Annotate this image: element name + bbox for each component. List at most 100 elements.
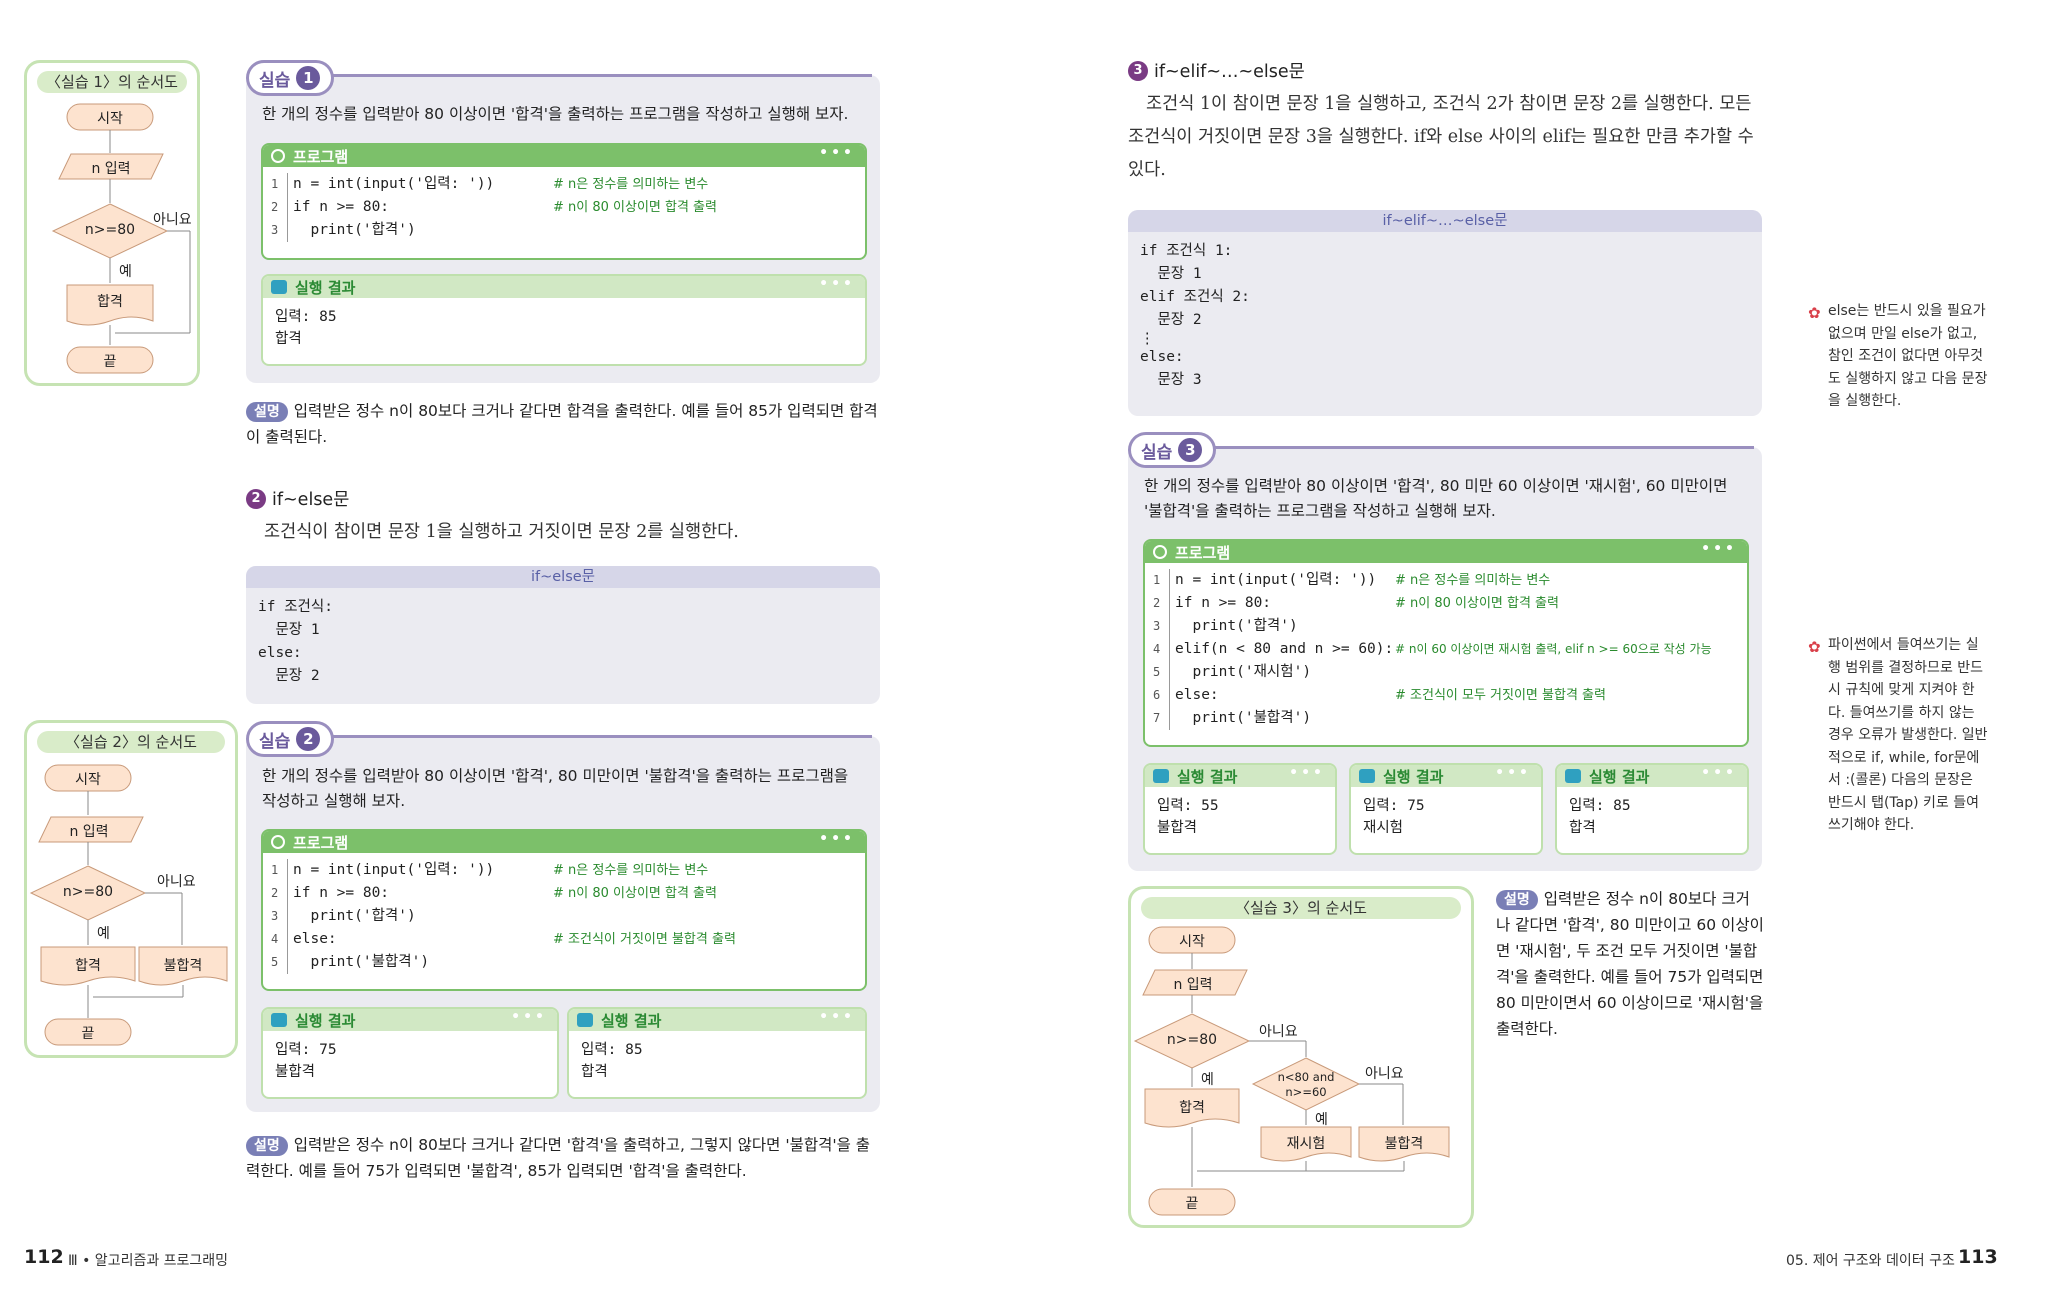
- code-line: 3 print('합격'): [1145, 615, 1747, 638]
- flow-yes-label: 예: [119, 264, 132, 280]
- dots-icon: •••: [819, 831, 855, 847]
- flow-no-label: 아니요: [153, 212, 192, 228]
- monitor-icon: [1359, 769, 1375, 783]
- flow-condition-1: n>=80: [1166, 1032, 1218, 1048]
- result-header: 실행 결과 •••: [263, 1009, 557, 1031]
- flowchart-practice2: 〈실습 2〉의 순서도 시작 n 입력 n>=80 아니요 예 합격 불합격 끝: [24, 720, 238, 1058]
- explanation-badge: 설명: [1496, 890, 1538, 910]
- code-line: 3 print('합격'): [263, 219, 865, 242]
- flow-condition: n>=80: [84, 222, 136, 238]
- gear-mark-icon: ✿: [1808, 304, 1821, 322]
- monitor-icon: [271, 280, 287, 294]
- practice2-result-2: 실행 결과 ••• 입력: 85 합격: [567, 1007, 867, 1099]
- practice1-line: [290, 74, 872, 77]
- explanation2: 설명 입력받은 정수 n이 80보다 크거나 같다면 '합격'을 출력하고, 그렇…: [246, 1136, 871, 1180]
- flow-input: n 입력: [69, 824, 109, 840]
- program-header: 프로그램 •••: [263, 145, 865, 167]
- practice3-line: [1172, 446, 1754, 449]
- flow-no-label-2: 아니요: [1365, 1066, 1404, 1082]
- code-line: 4 elif(n < 80 and n >= 60): # n이 60 이상이면 재…: [1145, 638, 1747, 661]
- dots-icon: •••: [1701, 765, 1737, 781]
- explanation-badge: 설명: [246, 1136, 288, 1156]
- practice1-program: 프로그램 ••• 1n = int(input('입력: ')) # n은 정수를 …: [261, 143, 867, 260]
- program-header: 프로그램 •••: [1145, 541, 1747, 563]
- flow-no-label: 아니요: [157, 874, 196, 890]
- flow-yes-label-2: 예: [1315, 1112, 1328, 1128]
- page-number-left: 112: [24, 1246, 64, 1268]
- practice1-badge: 실습 1: [246, 60, 334, 96]
- gear-icon: [1153, 545, 1167, 559]
- section2-heading: 2 if~else문: [246, 486, 349, 511]
- dots-icon: •••: [1701, 541, 1737, 557]
- code-line: 4 else: # 조건식이 거짓이면 불합격 출력: [263, 928, 865, 951]
- practice2-program: 프로그램 ••• 1n = int(input('입력: ')) # n은 정수를 …: [261, 829, 867, 991]
- flow-output: 합격: [97, 294, 123, 310]
- explanation3: 설명 입력받은 정수 n이 80보다 크거나 같다면 '합격', 80 미만이고 …: [1496, 890, 1764, 1038]
- code-line: 5 print('재시험'): [1145, 661, 1747, 684]
- flow-output-retest: 재시험: [1286, 1136, 1326, 1152]
- flow-output-fail: 불합격: [163, 958, 203, 974]
- flow-no-label-1: 아니요: [1259, 1024, 1298, 1040]
- code-line: 2 if n >= 80: # n이 80 이상이면 합격 출력: [1145, 592, 1747, 615]
- flow-end: 끝: [103, 354, 117, 370]
- dots-icon: •••: [819, 276, 855, 292]
- result-header: 실행 결과 •••: [1145, 765, 1335, 787]
- practice3-program: 프로그램 ••• 1n = int(input('입력: ')) # n은 정수를 …: [1143, 539, 1749, 747]
- practice3-badge: 실습 3: [1128, 432, 1216, 468]
- flow-start: 시작: [1179, 934, 1205, 950]
- result-header: 실행 결과 •••: [569, 1009, 865, 1031]
- flow-output-pass: 합격: [75, 958, 101, 974]
- practice3-task: 한 개의 정수를 입력받아 80 이상이면 '합격', 80 미만 60 이상이…: [1144, 477, 1728, 520]
- chapter-right: 05. 제어 구조와 데이터 구조: [1786, 1253, 1955, 1269]
- practice2-badge: 실습 2: [246, 721, 334, 757]
- flowchart-practice1: 〈실습 1〉의 순서도 시작 n 입력 n>=80 아니요 예 합격 끝: [24, 60, 200, 386]
- practice1-result: 실행 결과 ••• 입력: 85 합격: [261, 274, 867, 366]
- result-header: 실행 결과 •••: [1351, 765, 1541, 787]
- monitor-icon: [1153, 769, 1169, 783]
- syntax-if-else: if~else문 if 조건식: 문장 1 else: 문장 2: [246, 566, 880, 704]
- flow-end: 끝: [81, 1026, 95, 1042]
- practice3-result-2: 실행 결과 ••• 입력: 75 재시험: [1349, 763, 1543, 855]
- chapter-left: Ⅲ • 알고리즘과 프로그래밍: [68, 1253, 229, 1269]
- explanation-badge: 설명: [246, 402, 288, 422]
- code-line: 1n = int(input('입력: ')) # n은 정수를 의미하는 변수: [263, 859, 865, 882]
- code-line: 3 print('합격'): [263, 905, 865, 928]
- monitor-icon: [271, 1013, 287, 1027]
- result-header: 실행 결과 •••: [1557, 765, 1747, 787]
- dots-icon: •••: [511, 1009, 547, 1025]
- explanation1: 설명 입력받은 정수 n이 80보다 크거나 같다면 합격을 출력한다. 예를 들…: [246, 402, 878, 446]
- dots-icon: •••: [1289, 765, 1325, 781]
- flowchart-practice3: 〈실습 3〉의 순서도 시작 n 입력 n>=80 아니요 예 n<80 and…: [1128, 886, 1474, 1228]
- flow-output-fail: 불합격: [1384, 1136, 1424, 1152]
- flow-end: 끝: [1185, 1196, 1199, 1212]
- page-number-right: 113: [1958, 1246, 1998, 1268]
- practice2-result-1: 실행 결과 ••• 입력: 75 불합격: [261, 1007, 559, 1099]
- practice3-result-1: 실행 결과 ••• 입력: 55 불합격: [1143, 763, 1337, 855]
- side-note-indentation: ✿ 파이썬에서 들여쓰기는 실행 범위를 결정하므로 반드시 규칙에 맞게 지켜야…: [1808, 637, 1988, 833]
- flow-condition: n>=80: [62, 884, 114, 900]
- gear-icon: [271, 835, 285, 849]
- gear-icon: [271, 149, 285, 163]
- code-line: 2 if n >= 80: # n이 80 이상이면 합격 출력: [263, 196, 865, 219]
- program-header: 프로그램 •••: [263, 831, 865, 853]
- section3-heading: 3 if~elif~…~else문: [1128, 58, 1305, 83]
- gear-mark-icon: ✿: [1808, 638, 1821, 656]
- flow-input: n 입력: [91, 161, 131, 177]
- dots-icon: •••: [819, 1009, 855, 1025]
- dots-icon: •••: [819, 145, 855, 161]
- flow-condition-2a: n<80 and: [1277, 1070, 1335, 1084]
- result-header: 실행 결과 •••: [263, 276, 865, 298]
- flow-start: 시작: [97, 111, 123, 127]
- flow-start: 시작: [75, 772, 101, 788]
- section3-body: 조건식 1이 참이면 문장 1을 실행하고, 조건식 2가 참이면 문장 2를 …: [1128, 94, 1754, 180]
- dots-icon: •••: [1495, 765, 1531, 781]
- flow-output-pass: 합격: [1179, 1100, 1205, 1116]
- practice2-task: 한 개의 정수를 입력받아 80 이상이면 '합격', 80 미만이면 '불합격…: [262, 767, 849, 810]
- practice1-task: 한 개의 정수를 입력받아 80 이상이면 '합격'을 출력하는 프로그램을 작…: [262, 105, 849, 123]
- practice2-line: [290, 735, 872, 738]
- code-line: 2 if n >= 80: # n이 80 이상이면 합격 출력: [263, 882, 865, 905]
- monitor-icon: [1565, 769, 1581, 783]
- code-line: 1n = int(input('입력: ')) # n은 정수를 의미하는 변수: [1145, 569, 1747, 592]
- flow-input: n 입력: [1173, 977, 1213, 993]
- flow-condition-2b: n>=60: [1285, 1085, 1327, 1099]
